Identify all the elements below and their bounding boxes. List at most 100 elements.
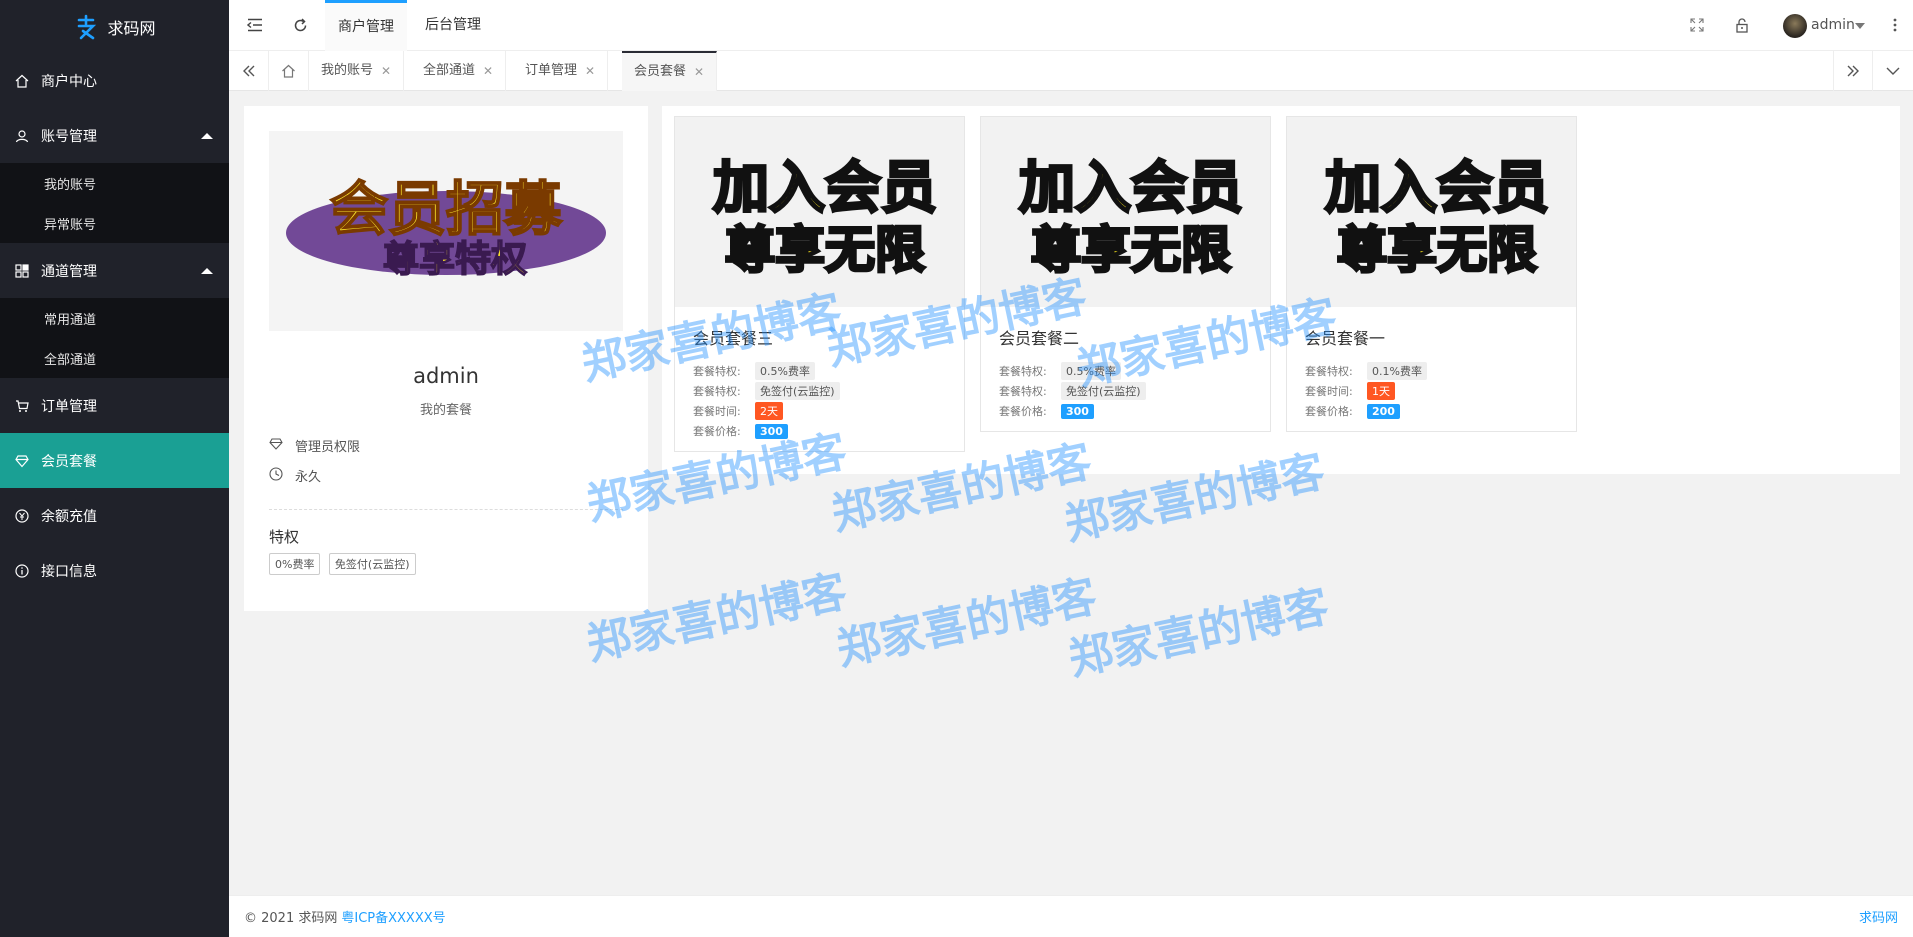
row-value: 0.5%费率 <box>755 362 815 380</box>
icp-link[interactable]: 粤ICP备XXXXX号 <box>341 907 445 926</box>
more-vertical-icon[interactable] <box>1886 16 1904 34</box>
tab-backend-management[interactable]: 后台管理 <box>425 0 481 51</box>
page-tab-orders[interactable]: 订单管理 ✕ <box>513 51 609 91</box>
chevron-up-icon <box>201 133 213 139</box>
banner-text-line2: 尊享特权 <box>383 239 527 280</box>
row-value: 1天 <box>1367 382 1395 400</box>
sidebar-item-membership[interactable]: 会员套餐 <box>0 433 229 488</box>
profile-subtitle: 我的套餐 <box>419 403 472 418</box>
plan-banner-line2: 尊享无限 <box>1337 221 1537 279</box>
fullscreen-icon[interactable] <box>1688 16 1706 34</box>
chevron-down-icon <box>1886 67 1900 75</box>
sidebar-item-recharge[interactable]: 余额充值 <box>0 488 229 543</box>
diamond-icon <box>14 453 30 469</box>
footer: © 2021 求码网 粤ICP备XXXXX号 求码网 <box>229 895 1913 937</box>
plan-banner-line1: 加入会员 <box>1019 156 1243 221</box>
privilege-tag: 免签付(云监控) <box>328 553 416 575</box>
sidebar-item-label: 账号管理 <box>41 128 97 145</box>
plan-row: 套餐价格: 200 <box>1305 401 1558 421</box>
tabs-menu-button[interactable] <box>1873 51 1913 91</box>
plan-card-body: 会员套餐三 套餐特权: 0.5%费率 套餐特权: 免签付(云监控) 套餐时间: 2天 … <box>675 307 964 451</box>
sidebar-item-account-management[interactable]: 账号管理 <box>0 108 229 163</box>
row-value: 300 <box>1061 403 1094 419</box>
plan-row: 套餐特权: 免签付(云监控) <box>999 381 1252 401</box>
plan-banner-line1: 加入会员 <box>1325 156 1549 221</box>
sidebar-item-my-account[interactable]: 我的账号 <box>0 163 229 203</box>
plan-title: 会员套餐二 <box>999 329 1080 348</box>
tab-label: 我的账号 <box>321 63 374 78</box>
tabs-scroll-left-button[interactable] <box>229 51 269 91</box>
page-tab-my-account[interactable]: 我的账号 ✕ <box>309 51 405 91</box>
plan-card[interactable]: 加入会员 尊享无限 会员套餐三 套餐特权: 0.5%费率 套餐特权: 免签付(云监控… <box>674 116 965 452</box>
menu-fold-icon[interactable] <box>246 16 264 34</box>
row-value: 0.1%费率 <box>1367 362 1427 380</box>
sidebar-item-orders[interactable]: 订单管理 <box>0 378 229 433</box>
row-label: 套餐时间: <box>1305 385 1353 398</box>
footer-site-link[interactable]: 求码网 <box>1859 907 1898 926</box>
user-name[interactable]: admin <box>1811 17 1855 33</box>
row-label: 套餐特权: <box>999 385 1047 398</box>
tab-label: 订单管理 <box>525 63 578 78</box>
plan-row: 套餐特权: 0.5%费率 <box>693 361 946 381</box>
plan-card[interactable]: 加入会员 尊享无限 会员套餐一 套餐特权: 0.1%费率 套餐时间: 1天 套餐价格… <box>1286 116 1577 432</box>
subnav-account: 我的账号 异常账号 <box>0 163 229 243</box>
info-icon <box>14 563 30 579</box>
sidebar-item-common-channel[interactable]: 常用通道 <box>0 298 229 338</box>
copyright-text: © 2021 求码网 <box>244 911 338 926</box>
main-content: 会员招募 尊享特权 admin 我的套餐 管理员权限 永久 特权 0%费率 免签… <box>229 91 1913 937</box>
sidebar-item-label: 接口信息 <box>41 563 97 580</box>
row-value: 300 <box>755 423 788 439</box>
page-tab-bar: 我的账号 ✕ 全部通道 ✕ 订单管理 ✕ 会员套餐 ✕ <box>229 51 1913 91</box>
close-icon[interactable]: ✕ <box>585 51 595 91</box>
plan-banner-image: 加入会员 尊享无限 <box>675 117 964 307</box>
home-tab[interactable] <box>269 51 309 91</box>
row-label: 套餐价格: <box>693 425 741 438</box>
home-icon <box>14 73 30 89</box>
lock-icon[interactable] <box>1733 16 1751 34</box>
plan-row: 套餐特权: 免签付(云监控) <box>693 381 946 401</box>
caret-down-icon[interactable] <box>1855 23 1865 29</box>
plan-card[interactable]: 加入会员 尊享无限 会员套餐二 套餐特权: 0.5%费率 套餐特权: 免签付(云监控… <box>980 116 1271 432</box>
logo-icon <box>73 14 99 40</box>
row-value: 免签付(云监控) <box>1061 382 1146 400</box>
tabs-scroll-right-button[interactable] <box>1833 51 1873 91</box>
privileges-title: 特权 <box>269 528 300 546</box>
plan-row: 套餐价格: 300 <box>693 421 946 441</box>
double-chevron-right-icon <box>1847 65 1859 77</box>
chevron-up-icon <box>201 268 213 274</box>
avatar[interactable] <box>1783 14 1807 38</box>
apps-icon <box>14 263 30 279</box>
row-label: 套餐时间: <box>693 405 741 418</box>
page-tab-all-channels[interactable]: 全部通道 ✕ <box>411 51 507 91</box>
plan-banner-line2: 尊享无限 <box>725 221 925 279</box>
plan-row: 套餐特权: 0.5%费率 <box>999 361 1252 381</box>
sidebar-item-all-channels[interactable]: 全部通道 <box>0 338 229 378</box>
plan-row: 套餐时间: 2天 <box>693 401 946 421</box>
membership-banner-image: 会员招募 尊享特权 <box>269 131 623 331</box>
plans-panel: 加入会员 尊享无限 会员套餐三 套餐特权: 0.5%费率 套餐特权: 免签付(云监控… <box>662 106 1900 474</box>
sidebar-item-channel-management[interactable]: 通道管理 <box>0 243 229 298</box>
sidebar-item-merchant-center[interactable]: 商户中心 <box>0 53 229 108</box>
sidebar-item-api-info[interactable]: 接口信息 <box>0 543 229 598</box>
sidebar-item-label: 通道管理 <box>41 263 97 280</box>
close-icon[interactable]: ✕ <box>483 51 493 91</box>
logo[interactable]: 求码网 <box>0 0 229 53</box>
refresh-icon[interactable] <box>291 16 309 34</box>
sidebar-item-label: 商户中心 <box>41 73 97 90</box>
permission-text: 管理员权限 <box>295 440 361 455</box>
close-icon[interactable]: ✕ <box>381 51 391 91</box>
sidebar-item-abnormal-account[interactable]: 异常账号 <box>0 203 229 243</box>
tab-merchant-management[interactable]: 商户管理 <box>325 0 407 51</box>
plan-row: 套餐特权: 0.1%费率 <box>1305 361 1558 381</box>
duration-text: 永久 <box>295 470 322 485</box>
profile-name: admin <box>413 364 479 388</box>
row-label: 套餐特权: <box>1305 365 1353 378</box>
banner-text-line1: 会员招募 <box>330 175 563 243</box>
sidebar-item-label: 余额充值 <box>41 508 97 525</box>
row-value: 0.5%费率 <box>1061 362 1121 380</box>
close-icon[interactable]: ✕ <box>694 53 704 91</box>
row-value: 2天 <box>755 402 783 420</box>
plan-row: 套餐时间: 1天 <box>1305 381 1558 401</box>
privilege-tag: 0%费率 <box>269 553 321 575</box>
page-tab-membership[interactable]: 会员套餐 ✕ <box>622 51 718 91</box>
